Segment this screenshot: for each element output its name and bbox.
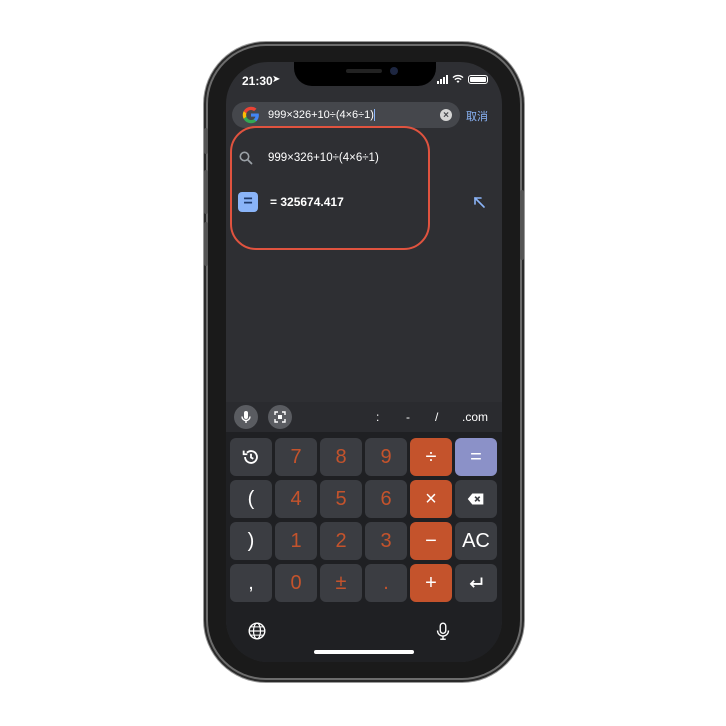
key-4[interactable]: 4 xyxy=(275,480,317,518)
search-bar[interactable]: 999×326+10÷(4×6÷1) × xyxy=(232,102,460,128)
key-2[interactable]: 2 xyxy=(320,522,362,560)
key-equals[interactable]: = xyxy=(455,438,497,476)
key-left-paren[interactable]: ( xyxy=(230,480,272,518)
volume-down-button xyxy=(204,222,208,266)
history-icon xyxy=(242,450,258,464)
voice-input-button[interactable] xyxy=(234,405,258,429)
highlight-annotation xyxy=(230,126,430,250)
key-minus[interactable]: − xyxy=(410,522,452,560)
cancel-button[interactable]: 取消 xyxy=(466,108,488,124)
status-icons xyxy=(437,74,488,84)
fill-arrow-icon[interactable] xyxy=(472,195,486,209)
key-0[interactable]: 0 xyxy=(275,564,317,602)
front-camera xyxy=(390,67,398,75)
key-decimal[interactable]: . xyxy=(365,564,407,602)
battery-icon xyxy=(468,74,488,84)
clear-icon[interactable]: × xyxy=(440,109,452,121)
microphone-icon[interactable] xyxy=(432,620,454,642)
key-comma[interactable]: , xyxy=(230,564,272,602)
text-caret xyxy=(373,109,375,122)
dash-key[interactable]: - xyxy=(406,410,410,424)
enter-icon xyxy=(469,577,483,588)
location-arrow-icon: ➤ xyxy=(272,74,281,85)
microphone-icon xyxy=(241,411,251,423)
search-input[interactable]: 999×326+10÷(4×6÷1) xyxy=(268,108,440,122)
key-8[interactable]: 8 xyxy=(320,438,362,476)
scan-icon xyxy=(274,411,286,423)
dotcom-key[interactable]: .com xyxy=(462,410,488,424)
key-9[interactable]: 9 xyxy=(365,438,407,476)
volume-up-button xyxy=(204,170,208,214)
key-plus[interactable]: + xyxy=(410,564,452,602)
status-time: 21:30 xyxy=(242,74,273,88)
google-logo xyxy=(242,106,259,124)
enter-button[interactable] xyxy=(455,564,497,602)
speaker xyxy=(346,69,382,73)
key-right-paren[interactable]: ) xyxy=(230,522,272,560)
keyboard-bottom-bar xyxy=(226,604,502,662)
key-3[interactable]: 3 xyxy=(365,522,407,560)
backspace-button[interactable] xyxy=(455,480,497,518)
notch xyxy=(294,62,436,86)
slash-key[interactable]: / xyxy=(435,410,438,424)
key-6[interactable]: 6 xyxy=(365,480,407,518)
key-multiply[interactable]: × xyxy=(410,480,452,518)
phone-screen: 21:30 ➤ 999×326+10÷(4×6÷1) × 取消 999×326+… xyxy=(226,62,502,662)
key-all-clear[interactable]: AC xyxy=(455,522,497,560)
key-divide[interactable]: ÷ xyxy=(410,438,452,476)
scan-button[interactable] xyxy=(268,405,292,429)
globe-icon[interactable] xyxy=(246,620,268,642)
key-7[interactable]: 7 xyxy=(275,438,317,476)
wifi-icon xyxy=(452,74,464,83)
backspace-icon xyxy=(467,493,484,505)
mute-switch xyxy=(204,128,208,154)
signal-icon xyxy=(437,74,448,84)
key-1[interactable]: 1 xyxy=(275,522,317,560)
calculator-keypad: 7 8 9 ÷ = ( 4 5 6 × ) 1 2 3 − AC , 0 ± .… xyxy=(226,432,502,604)
key-plus-minus[interactable]: ± xyxy=(320,564,362,602)
search-query-text: 999×326+10÷(4×6÷1) xyxy=(268,108,374,121)
home-indicator xyxy=(314,650,414,654)
history-button[interactable] xyxy=(230,438,272,476)
colon-key[interactable]: : xyxy=(376,410,379,424)
keyboard-toolbar: : - / .com xyxy=(226,402,502,432)
key-5[interactable]: 5 xyxy=(320,480,362,518)
power-button xyxy=(520,190,524,260)
